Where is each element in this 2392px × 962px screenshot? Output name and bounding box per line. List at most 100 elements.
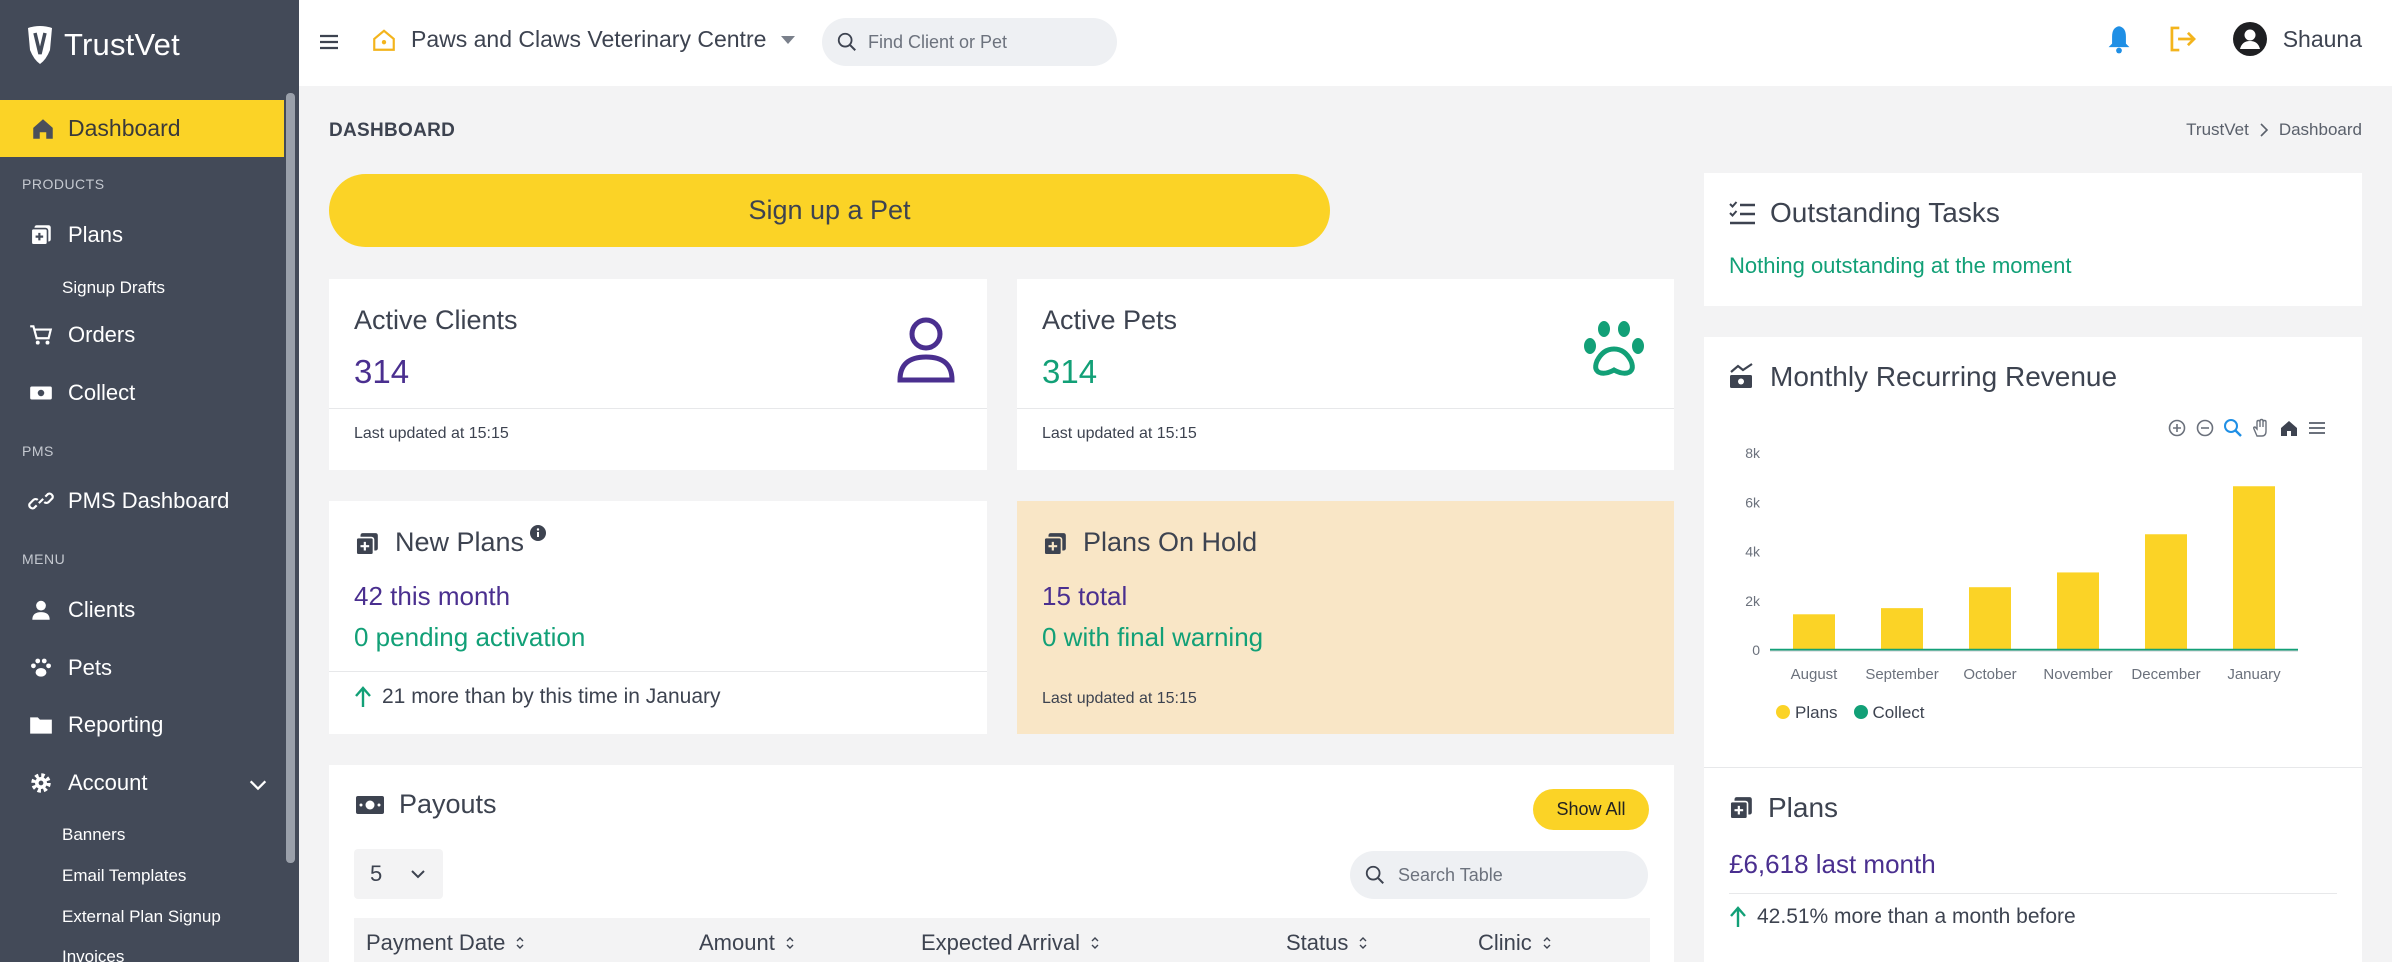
pan-hand-icon[interactable] <box>2251 418 2271 438</box>
sidebar-item-signup-drafts[interactable]: Signup Drafts <box>62 278 165 298</box>
plans-last-month: £6,618 last month <box>1729 849 1936 879</box>
link-icon <box>28 492 54 510</box>
sidebar-item-email-templates[interactable]: Email Templates <box>62 866 186 886</box>
column-label: Amount <box>699 930 775 955</box>
info-icon[interactable] <box>530 525 546 541</box>
tasks-header: Outstanding Tasks <box>1728 197 2000 229</box>
legend-label: Collect <box>1872 703 1925 722</box>
column-clinic[interactable]: Clinic <box>1478 930 1552 956</box>
user-menu[interactable]: Shauna <box>2232 22 2362 56</box>
bar-plans <box>1969 587 2011 650</box>
paw-icon <box>31 658 51 677</box>
x-tick-label: December <box>2131 666 2200 683</box>
breadcrumb-root[interactable]: TrustVet <box>2186 120 2249 140</box>
chevron-down-icon[interactable] <box>247 774 269 796</box>
search-input[interactable]: Find Client or Pet <box>868 32 1007 53</box>
sidebar-item-collect[interactable]: Collect <box>28 380 135 406</box>
sidebar-item-clients[interactable]: Clients <box>28 597 135 623</box>
chart-menu-icon[interactable] <box>2307 418 2327 438</box>
chevron-down-icon <box>411 870 425 879</box>
sidebar-item-label: Pets <box>68 655 113 680</box>
sidebar-item-plans[interactable]: Plans <box>28 222 123 248</box>
zoom-select-icon[interactable] <box>2223 418 2243 438</box>
column-amount[interactable]: Amount <box>699 930 795 956</box>
column-expected-arrival[interactable]: Expected Arrival <box>921 930 1100 956</box>
payouts-title: Payouts <box>399 789 497 819</box>
logout-icon[interactable] <box>2167 24 2199 54</box>
sidebar-scrollbar[interactable] <box>286 93 295 863</box>
chart-toolbar <box>2167 418 2327 438</box>
card-title: New Plans <box>395 527 525 557</box>
last-updated: Last updated at 15:15 <box>1042 425 1197 442</box>
plans-summary-header: Plans <box>1728 792 1838 824</box>
mrr-title: Monthly Recurring Revenue <box>1770 361 2118 392</box>
table-search[interactable]: Search Table <box>1350 851 1648 899</box>
reset-home-icon[interactable] <box>2279 418 2299 438</box>
column-payment-date[interactable]: Payment Date <box>366 930 525 956</box>
sidebar-item-invoices[interactable]: Invoices <box>62 947 124 962</box>
mrr-bar-chart: 0 2k 4k 6k 8k August September October November D… <box>1745 445 2298 683</box>
sidebar-item-banners[interactable]: Banners <box>62 825 125 845</box>
active-pets-card: Active Pets 314 Last updated at 15:15 <box>1017 279 1674 470</box>
search-icon <box>837 32 856 51</box>
paw-icon <box>1584 321 1644 376</box>
legend-item-plans[interactable]: Plans <box>1776 703 1838 723</box>
sort-icon <box>1543 937 1551 949</box>
sidebar-item-pets[interactable]: Pets <box>28 655 112 681</box>
arrow-up-icon <box>355 686 371 707</box>
zoom-out-icon[interactable] <box>2195 418 2215 438</box>
card-title: Plans On Hold <box>1083 527 1258 557</box>
new-plans-pending: 0 pending activation <box>354 622 586 652</box>
money-chart-icon <box>1730 363 1753 388</box>
plans-on-hold-total: 15 total <box>1042 581 1128 611</box>
table-search-input[interactable]: Search Table <box>1398 865 1503 886</box>
zoom-in-icon[interactable] <box>2167 418 2187 438</box>
active-clients-card: Active Clients 314 Last updated at 15:15 <box>329 279 987 470</box>
plans-icon <box>1043 533 1066 556</box>
rows-per-page-select[interactable]: 5 <box>354 849 443 899</box>
column-status[interactable]: Status <box>1286 930 1368 956</box>
y-tick-label: 4k <box>1745 544 1761 560</box>
sidebar-item-orders[interactable]: Orders <box>28 322 135 348</box>
legend-item-collect[interactable]: Collect <box>1853 703 1925 723</box>
client-pet-search[interactable]: Find Client or Pet <box>822 18 1117 66</box>
sign-up-pet-button[interactable]: Sign up a Pet <box>329 174 1330 247</box>
menu-toggle-icon[interactable] <box>319 33 339 51</box>
plans-on-hold-card: Plans On Hold 15 total 0 with final warn… <box>1017 501 1674 734</box>
sidebar-item-dashboard[interactable]: Dashboard <box>0 100 284 157</box>
new-plans-this-month: 42 this month <box>354 581 511 611</box>
plans-icon <box>1729 797 1752 820</box>
sidebar-item-reporting[interactable]: Reporting <box>28 712 163 738</box>
x-tick-label: October <box>1963 666 2016 683</box>
sidebar-item-label: Clients <box>68 597 136 622</box>
topbar: Paws and Claws Veterinary Centre Find Cl… <box>299 0 2392 86</box>
y-tick-label: 8k <box>1745 445 1761 461</box>
legend-label: Plans <box>1795 703 1838 722</box>
rows-per-page-value: 5 <box>370 861 383 886</box>
sort-icon <box>516 937 524 949</box>
payouts-table-header: Payment Date Amount Expected Arrival Sta… <box>354 918 1650 962</box>
y-tick-label: 2k <box>1745 593 1761 609</box>
new-plans-comparison: 21 more than by this time in January <box>354 685 721 709</box>
show-all-button[interactable]: Show All <box>1533 789 1649 830</box>
clinic-selector[interactable]: Paws and Claws Veterinary Centre <box>371 26 796 53</box>
sort-icon <box>1359 937 1367 949</box>
trustvet-logo-icon <box>28 26 52 64</box>
chevron-right-icon <box>2260 123 2268 137</box>
last-updated: Last updated at 15:15 <box>354 425 509 442</box>
section-label-products: PRODUCTS <box>22 176 105 192</box>
sidebar: TrustVet Dashboard PRODUCTS Plans Signup… <box>0 0 299 962</box>
home-icon <box>33 118 53 139</box>
sidebar-item-label: Account <box>68 770 148 795</box>
comparison-text: 21 more than by this time in January <box>382 685 721 708</box>
column-label: Expected Arrival <box>921 930 1080 955</box>
sidebar-item-external-plan-signup[interactable]: External Plan Signup <box>62 907 221 927</box>
sidebar-item-label: PMS Dashboard <box>68 488 230 513</box>
brand[interactable]: TrustVet <box>24 24 180 66</box>
person-icon <box>897 317 955 383</box>
sidebar-item-label: Reporting <box>68 712 164 737</box>
bell-icon[interactable] <box>2105 24 2133 54</box>
sidebar-item-account[interactable]: Account <box>28 770 148 796</box>
plans-final-warning: 0 with final warning <box>1042 622 1264 652</box>
sidebar-item-pms-dashboard[interactable]: PMS Dashboard <box>28 488 229 514</box>
